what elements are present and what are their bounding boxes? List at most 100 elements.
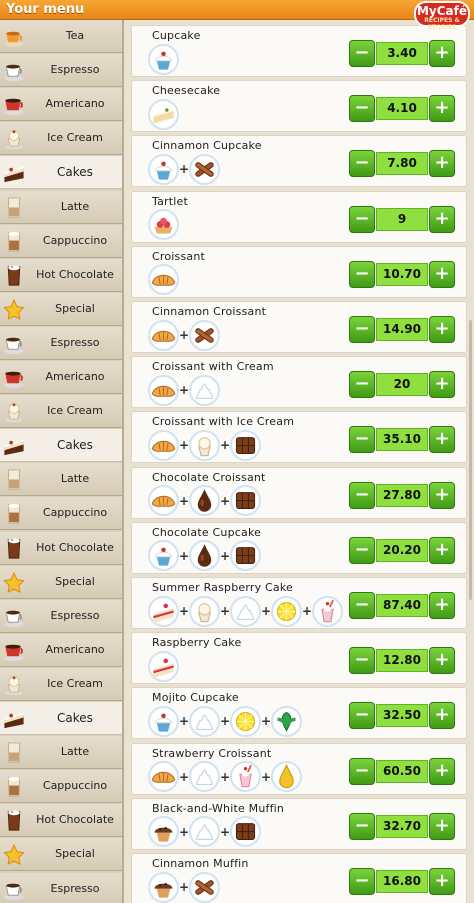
increase-price-button[interactable]: + <box>429 150 455 178</box>
increase-price-button[interactable]: + <box>429 647 455 675</box>
sidebar-item-americano[interactable]: Americano <box>0 88 122 122</box>
cinnamon-icon <box>189 319 220 351</box>
sidebar-item-label: Latte <box>60 472 90 486</box>
menu-item-name: Black-and-White Muffin <box>152 801 285 815</box>
price-stepper: −32.70 + <box>349 812 455 840</box>
decrease-price-button[interactable]: − <box>349 812 375 840</box>
decrease-price-button[interactable]: − <box>349 647 375 675</box>
sidebar-item-latte[interactable]: Latte <box>0 463 122 497</box>
price-stepper: −20.20 + <box>349 536 455 564</box>
ingredient-separator: + <box>179 383 190 398</box>
menu-item-name: Cupcake <box>152 29 201 42</box>
ingredient-list: + + <box>148 540 261 572</box>
sidebar-item-americano[interactable]: Americano <box>0 361 122 394</box>
sidebar-item-label: Americano <box>45 97 105 111</box>
increase-price-button[interactable]: + <box>429 371 455 399</box>
price-value: 12.80 <box>376 649 428 673</box>
cappuccino-glass-icon <box>2 502 26 525</box>
latte-glass-icon <box>2 468 26 491</box>
decrease-price-button[interactable]: − <box>349 426 375 454</box>
decrease-price-button[interactable]: − <box>349 702 375 730</box>
price-stepper: −16.80 + <box>349 868 455 895</box>
sidebar-item-label: Cappuccino <box>42 779 108 793</box>
sidebar-item-special[interactable]: Special <box>0 565 122 599</box>
milkshake-icon <box>230 761 261 793</box>
menu-item-name: Tartlet <box>152 194 189 208</box>
price-value: 9 <box>376 207 428 231</box>
increase-price-button[interactable]: + <box>429 95 455 123</box>
sidebar-item-cappuccino[interactable]: Cappuccino <box>0 770 122 804</box>
sidebar-item-espresso[interactable]: Espresso <box>0 599 122 633</box>
increase-price-button[interactable]: + <box>429 536 455 564</box>
sidebar-item-espresso[interactable]: Espresso <box>0 872 122 903</box>
sidebar-item-tea[interactable]: Tea <box>0 20 122 53</box>
sidebar-item-label: Espresso <box>50 608 100 622</box>
decrease-price-button[interactable]: − <box>349 371 375 399</box>
ingredient-separator: + <box>179 880 190 894</box>
ingredient-separator: + <box>220 438 231 453</box>
decrease-price-button[interactable]: − <box>349 40 375 67</box>
muffin-icon <box>148 871 179 903</box>
increase-price-button[interactable]: + <box>429 868 455 895</box>
sidebar-item-ice-cream[interactable]: Ice Cream <box>0 667 122 701</box>
increase-price-button[interactable]: + <box>429 260 455 288</box>
increase-price-button[interactable]: + <box>429 426 455 454</box>
sidebar-item-special[interactable]: Special <box>0 838 122 872</box>
hot-chocolate-glass-icon <box>2 264 26 287</box>
ingredient-separator: + <box>179 328 190 342</box>
decrease-price-button[interactable]: − <box>349 592 375 619</box>
decrease-price-button[interactable]: − <box>349 205 375 233</box>
lemon-icon <box>271 595 302 627</box>
sidebar-item-cappuccino[interactable]: Cappuccino <box>0 497 122 531</box>
decrease-price-button[interactable]: − <box>349 481 375 509</box>
sidebar-item-cakes[interactable]: Cakes <box>0 702 122 735</box>
increase-price-button[interactable]: + <box>429 316 455 343</box>
decrease-price-button[interactable]: − <box>349 95 375 123</box>
sidebar-item-label: Latte <box>60 745 90 759</box>
sidebar-item-hot-chocolate[interactable]: Hot Chocolate <box>0 531 122 565</box>
sidebar-item-ice-cream[interactable]: Ice Cream <box>0 122 122 156</box>
lemon-icon <box>230 705 261 737</box>
scrollbar[interactable] <box>469 320 472 600</box>
sidebar-item-hot-chocolate[interactable]: Hot Chocolate <box>0 258 122 292</box>
cappuccino-glass-icon <box>2 775 26 798</box>
sidebar-item-cappuccino[interactable]: Cappuccino <box>0 224 122 258</box>
decrease-price-button[interactable]: − <box>349 757 375 785</box>
sidebar-item-latte[interactable]: Latte <box>0 190 122 224</box>
decrease-price-button[interactable]: − <box>349 150 375 178</box>
hot-chocolate-glass-icon <box>2 809 26 832</box>
increase-price-button[interactable]: + <box>429 702 455 730</box>
ingredient-list: + <box>148 319 220 351</box>
increase-price-button[interactable]: + <box>429 757 455 785</box>
sidebar-item-label: Ice Cream <box>47 131 103 145</box>
espresso-cup-icon <box>2 878 26 901</box>
ingredient-list: + + <box>148 816 261 848</box>
increase-price-button[interactable]: + <box>429 205 455 233</box>
price-value: 35.10 <box>376 428 428 452</box>
sidebar-item-cakes[interactable]: Cakes <box>0 156 122 190</box>
menu-item-card: Chocolate Cupcake + + −20.20 + <box>131 521 467 574</box>
decrease-price-button[interactable]: − <box>349 260 375 288</box>
increase-price-button[interactable]: + <box>429 812 455 840</box>
decrease-price-button[interactable]: − <box>349 536 375 564</box>
sidebar-item-ice-cream[interactable]: Ice Cream <box>0 395 122 429</box>
special-star-icon <box>2 843 26 866</box>
sidebar-item-label: Hot Chocolate <box>36 267 114 281</box>
sidebar-item-espresso[interactable]: Espresso <box>0 326 122 360</box>
decrease-price-button[interactable]: − <box>349 316 375 343</box>
chocolate-bar-icon <box>230 540 261 572</box>
increase-price-button[interactable]: + <box>429 481 455 509</box>
increase-price-button[interactable]: + <box>429 40 455 67</box>
croissant-icon <box>148 485 179 517</box>
sidebar-item-hot-chocolate[interactable]: Hot Chocolate <box>0 804 122 838</box>
sidebar-item-americano[interactable]: Americano <box>0 633 122 667</box>
increase-price-button[interactable]: + <box>429 592 455 619</box>
sidebar-item-special[interactable]: Special <box>0 292 122 326</box>
decrease-price-button[interactable]: − <box>349 868 375 895</box>
sidebar-item-espresso[interactable]: Espresso <box>0 54 122 88</box>
latte-glass-icon <box>2 196 26 219</box>
sidebar-item-cakes[interactable]: Cakes <box>0 429 122 463</box>
ingredient-list <box>148 264 179 296</box>
sidebar-item-latte[interactable]: Latte <box>0 736 122 770</box>
page-title: Your menu <box>6 2 85 17</box>
